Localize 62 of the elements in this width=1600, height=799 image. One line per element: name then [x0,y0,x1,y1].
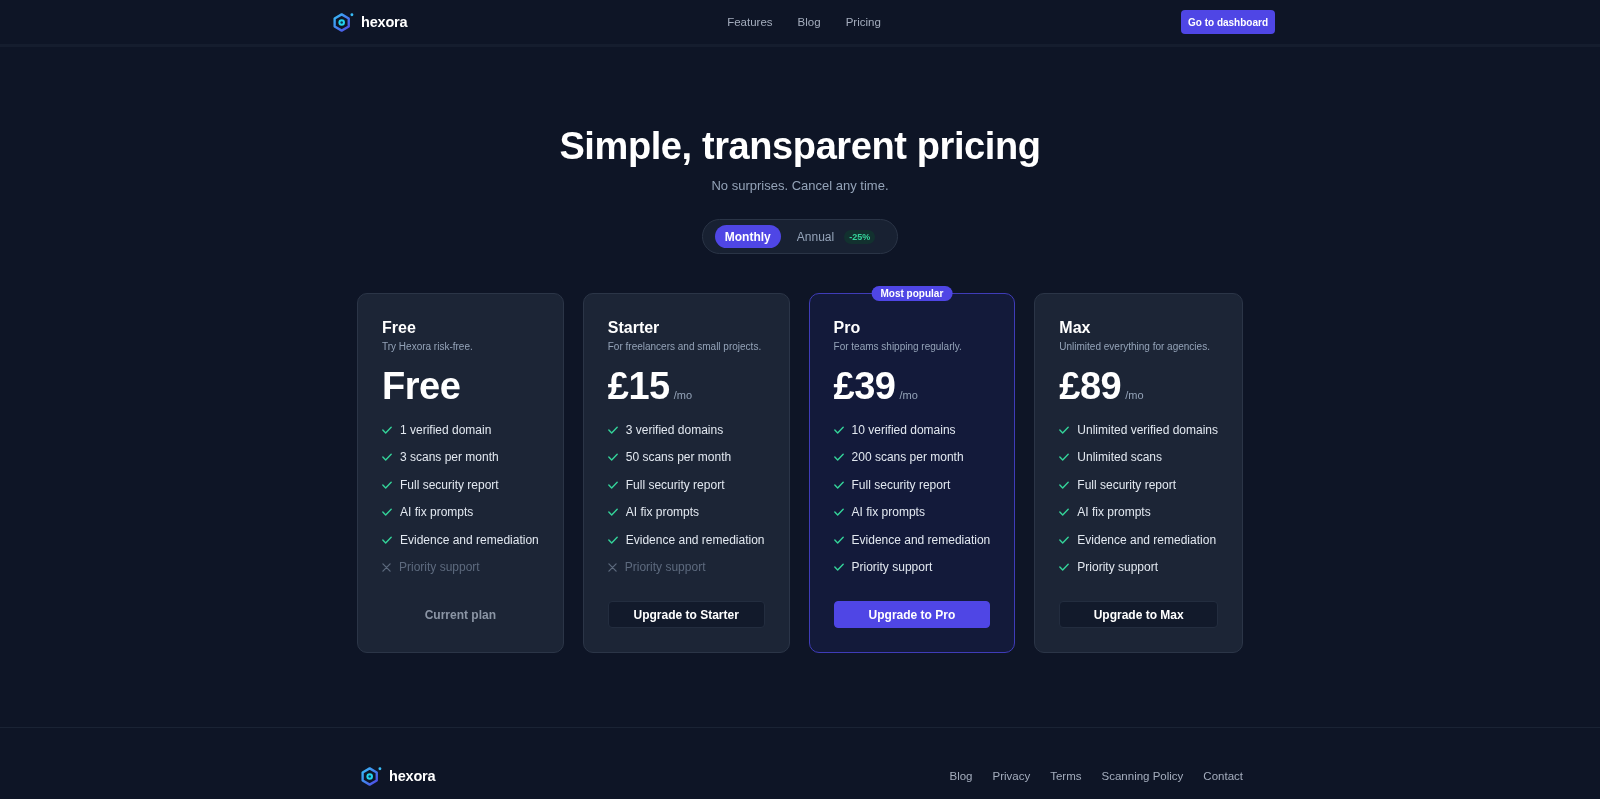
plan-button[interactable]: Current plan [382,601,539,628]
price-period: /mo [899,389,918,401]
feature-text: AI fix prompts [851,505,925,520]
feature-text: AI fix prompts [625,505,700,520]
feature-text: Evidence and remediation [851,532,991,547]
plan-button[interactable]: Upgrade to Max [1059,601,1219,628]
feature-text: AI fix prompts [400,505,474,520]
feature-text: Full security report [1077,477,1176,492]
feature-text: Full security report [625,477,725,492]
feature-text: Priority support [851,560,933,575]
footer-link[interactable]: Contact [1203,770,1243,782]
feature-text: Priority support [1077,560,1158,575]
feature-text: Priority support [399,560,480,575]
feature-text: 3 scans per month [400,450,499,465]
nav-link[interactable]: Features [727,16,773,28]
brand-name: hexora [361,14,408,30]
feature-text: Priority support [624,560,706,575]
plan-name: Max [1059,318,1091,338]
page-title: Simple, transparent pricing [559,124,1041,169]
feature-text: Evidence and remediation [625,532,765,547]
price-period: /mo [1125,389,1144,401]
feature-text: Full security report [400,477,499,492]
discount-badge: -25% [844,229,876,244]
logo-icon [333,12,354,32]
feature-text: AI fix prompts [1077,505,1151,520]
feature-text: Evidence and remediation [1077,532,1217,547]
plan-description: For teams shipping regularly. [833,340,962,354]
popular-badge: Most popular [871,286,953,301]
price-period: /mo [673,389,692,401]
plan-name: Free [382,318,416,338]
logo-icon [361,766,382,786]
footer-link[interactable]: Terms [1050,770,1082,782]
nav-link[interactable]: Blog [797,16,821,28]
feature-text: Full security report [851,477,951,492]
plan-price: £39 [833,364,896,408]
plan-description: Unlimited everything for agencies. [1059,340,1210,354]
plan-price: Free [382,364,461,408]
footer-link[interactable]: Privacy [992,770,1031,782]
page-subtitle: No surprises. Cancel any time. [711,177,889,195]
billing-option[interactable]: Monthly [714,225,781,248]
plan-button[interactable]: Upgrade to Pro [833,601,991,628]
feature-text: 10 verified domains [851,422,956,437]
feature-text: 1 verified domain [400,422,492,437]
dashboard-button[interactable]: Go to dashboard [1181,10,1275,34]
feature-text: 3 verified domains [625,422,724,437]
footer-link[interactable]: Blog [949,770,973,782]
plan-description: Try Hexora risk-free. [382,340,473,354]
plan-price: £89 [1059,364,1122,408]
plan-price: £15 [607,364,670,408]
feature-text: 200 scans per month [851,450,964,465]
billing-option[interactable]: Annual [786,225,845,248]
footer-link[interactable]: Scanning Policy [1101,770,1184,782]
plan-description: For freelancers and small projects. [607,340,762,354]
feature-text: Evidence and remediation [400,532,539,547]
plan-name: Starter [607,318,660,338]
feature-text: Unlimited verified domains [1077,422,1219,437]
feature-text: 50 scans per month [625,450,732,465]
feature-text: Unlimited scans [1077,450,1162,465]
plan-button[interactable]: Upgrade to Starter [607,601,765,628]
brand-name: hexora [389,768,436,784]
plan-name: Pro [833,318,861,338]
nav-link[interactable]: Pricing [845,16,881,28]
